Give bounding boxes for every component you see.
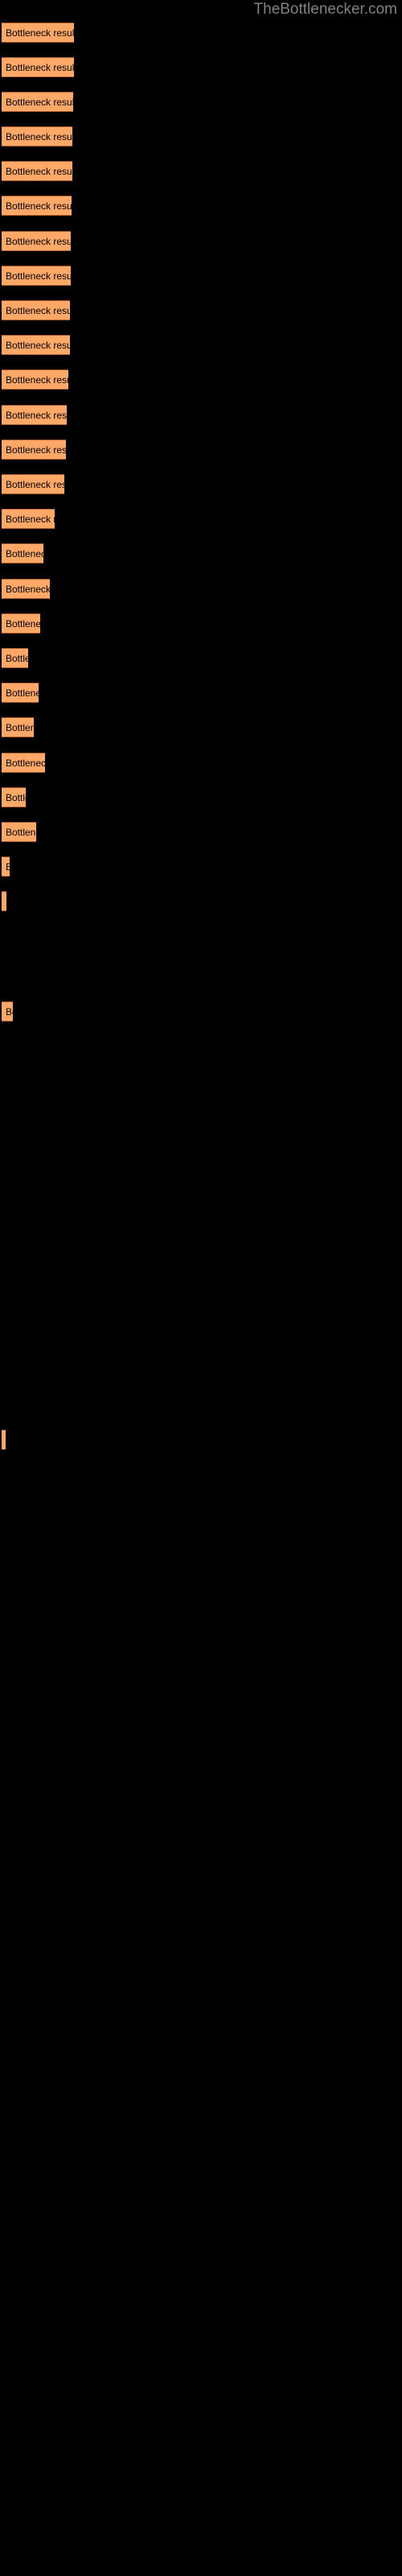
chart-bar-label: Bottleneck result xyxy=(6,166,72,177)
chart-bar[interactable]: Bottleneck result xyxy=(2,300,70,320)
chart-bar-label: Bottleneck result xyxy=(6,479,64,490)
chart-bar-label: Bottleneck result xyxy=(6,687,39,699)
chart-bar-label: Bottleneck result xyxy=(6,340,70,351)
chart-bar[interactable]: Bottleneck result xyxy=(2,23,74,43)
chart-bar-label: Bottleneck result xyxy=(6,270,71,282)
chart-bar[interactable]: Bottleneck result xyxy=(2,161,72,181)
chart-bar[interactable]: Bottleneck result xyxy=(2,196,72,216)
chart-bar[interactable]: Bottleneck result xyxy=(2,683,39,703)
chart-bar[interactable]: Bottleneck result xyxy=(2,613,40,634)
chart-bar-label: Bottleneck result xyxy=(6,374,68,386)
chart-bar-label: Bottleneck result xyxy=(6,200,72,212)
chart-bar[interactable]: Bottleneck result xyxy=(2,543,43,564)
chart-bar[interactable]: Bottleneck result xyxy=(2,126,72,147)
chart-bar-label: Bottleneck result xyxy=(6,236,71,247)
chart-bar-label: Bottleneck result xyxy=(6,97,73,108)
chart-bar[interactable]: Bottleneck result xyxy=(2,648,28,668)
chart-bar-label: Bottleneck result xyxy=(6,584,50,595)
chart-bar-label: Bottleneck result xyxy=(6,62,74,73)
chart-bar[interactable]: Bottleneck result xyxy=(2,405,67,425)
chart-bar[interactable]: Bottleneck result xyxy=(2,1001,13,1022)
chart-bar-label: Bottleneck result xyxy=(6,618,40,630)
chart-bar[interactable]: Bottleneck result xyxy=(2,92,73,112)
chart-bar[interactable]: Bottleneck result xyxy=(2,1430,6,1450)
chart-bar-label: Bottleneck result xyxy=(6,548,43,559)
bar-chart-bars: Bottleneck result Bottleneck result Bottle… xyxy=(0,0,402,2576)
chart-bar-label: Bottleneck result xyxy=(6,758,45,769)
chart-bar-label: Bottleneck result xyxy=(6,827,36,838)
chart-bar[interactable]: Bottleneck result xyxy=(2,474,64,494)
chart-bar[interactable]: Bottleneck result xyxy=(2,787,26,807)
chart-bar[interactable]: Bottleneck result xyxy=(2,822,36,842)
bottleneck-chart-page: TheBottlenecker.com Bottleneck result Bot… xyxy=(0,0,402,2576)
chart-bar-label: Bottleneck result xyxy=(6,1006,13,1018)
chart-bar[interactable]: Bottleneck result xyxy=(2,57,74,77)
chart-bar[interactable]: Bottleneck result xyxy=(2,369,68,390)
chart-bar[interactable]: Bottleneck result xyxy=(2,717,34,737)
chart-bar-label: Bottleneck result xyxy=(6,410,67,421)
chart-bar-label: Bottleneck result xyxy=(6,653,28,664)
chart-bar[interactable]: Bottleneck result xyxy=(2,509,55,529)
chart-bar-label: Bottleneck result xyxy=(6,861,10,873)
chart-bar-label: Bottleneck result xyxy=(6,131,72,142)
chart-bar[interactable]: Bottleneck result xyxy=(2,440,66,460)
chart-bar-label: Bottleneck result xyxy=(6,444,66,456)
chart-bar-label: Bottleneck result xyxy=(6,722,34,733)
chart-bar-label: Bottleneck result xyxy=(6,305,70,316)
chart-bar[interactable]: Bottleneck result xyxy=(2,579,50,599)
chart-bar[interactable]: Bottleneck result xyxy=(2,335,70,355)
chart-bar-label: Bottleneck result xyxy=(6,792,26,803)
chart-bar[interactable]: Bottleneck result xyxy=(2,266,71,286)
chart-bar-label: Bottleneck result xyxy=(6,514,55,525)
chart-bar[interactable]: Bottleneck result xyxy=(2,857,10,877)
chart-bar[interactable]: Bottleneck result xyxy=(2,753,45,773)
chart-bar[interactable]: Bottleneck result xyxy=(2,891,6,911)
chart-bar-label: Bottleneck result xyxy=(6,27,74,39)
chart-bar[interactable]: Bottleneck result xyxy=(2,231,71,251)
